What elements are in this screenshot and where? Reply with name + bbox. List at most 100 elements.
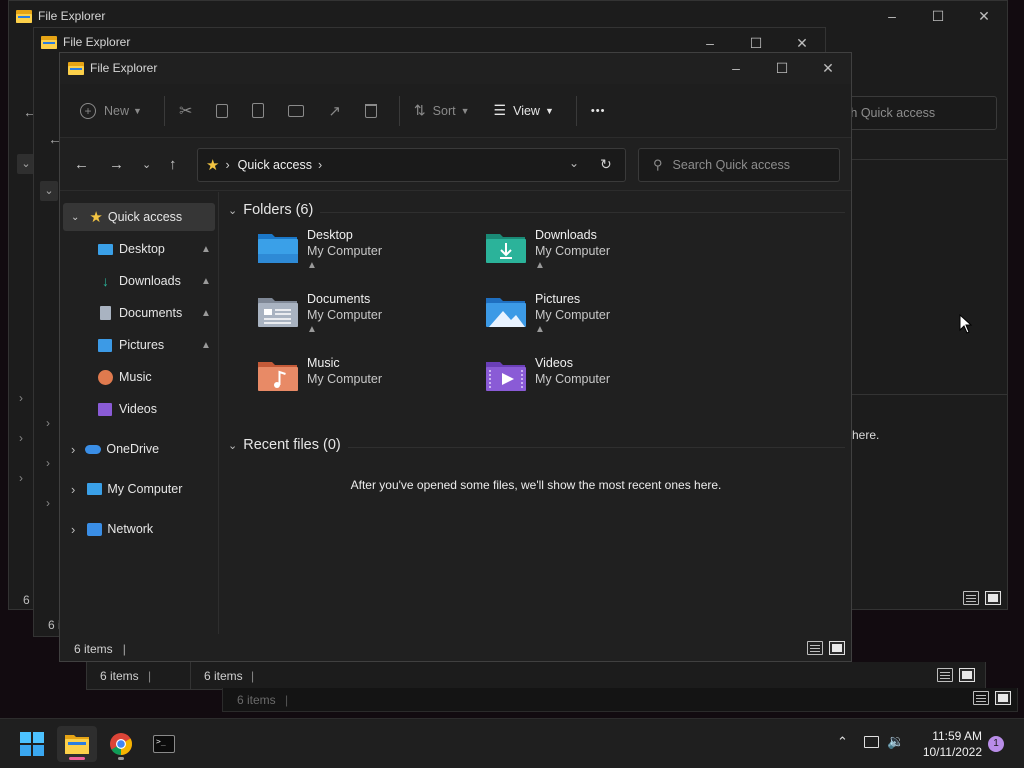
- nav-label: My Computer: [107, 482, 183, 496]
- volume-icon[interactable]: 🔉: [887, 733, 904, 750]
- up-arrow-icon[interactable]: ↑: [169, 156, 177, 173]
- network-icon: [87, 522, 103, 536]
- folder-tile-desktop[interactable]: Desktop My Computer ▲: [257, 228, 477, 288]
- folder-name: Desktop: [307, 228, 353, 242]
- network-icon[interactable]: [864, 736, 879, 748]
- clock[interactable]: 11:59 AM 10/11/2022: [912, 728, 982, 760]
- nav-item-my-computer[interactable]: › My Computer: [63, 475, 215, 503]
- forward-arrow-icon[interactable]: →: [109, 156, 124, 173]
- nav-item-quick-access[interactable]: ⌄ ★ Quick access: [63, 203, 215, 231]
- tiles-view-icon[interactable]: [995, 691, 1011, 705]
- clock-time: 11:59 AM: [932, 729, 982, 743]
- search-box-back[interactable]: rch Quick access: [835, 96, 997, 130]
- taskbar-chrome[interactable]: [101, 726, 141, 762]
- expand-chevron-icon[interactable]: ›: [46, 496, 50, 510]
- nav-label: Videos: [119, 402, 157, 416]
- nav-item-downloads[interactable]: ↓ Downloads ▲: [98, 267, 215, 295]
- nav-item-videos[interactable]: Videos: [98, 395, 215, 423]
- chrome-icon: [110, 733, 132, 755]
- search-input[interactable]: [672, 158, 823, 172]
- minimize-button[interactable]: –: [713, 53, 759, 83]
- start-button[interactable]: [12, 726, 52, 762]
- view-label: View: [513, 103, 540, 118]
- rename-button[interactable]: [280, 95, 312, 127]
- search-icon: ⚲: [653, 157, 663, 172]
- recent-files-section-header[interactable]: ⌄ Recent files (0): [228, 437, 341, 453]
- refresh-icon[interactable]: ↻: [600, 156, 612, 173]
- new-button[interactable]: + New ▼: [72, 95, 150, 127]
- close-button[interactable]: ✕: [961, 1, 1007, 31]
- delete-button[interactable]: [357, 95, 385, 127]
- taskbar-terminal[interactable]: >_: [144, 726, 184, 762]
- sort-label: Sort: [432, 103, 456, 118]
- view-button[interactable]: ☰ View ▼: [486, 95, 562, 127]
- breadcrumb-quick-access[interactable]: Quick access: [238, 158, 312, 172]
- command-bar: + New ▼ ✂ ↗ ⇅ Sort ▼ ☰ View ▼ •••: [60, 84, 851, 138]
- nav-item-onedrive[interactable]: › OneDrive: [63, 435, 215, 463]
- folder-tile-videos[interactable]: Videos My Computer: [485, 356, 705, 416]
- videos-folder-icon: [486, 362, 526, 391]
- nav-item-pictures[interactable]: Pictures ▲: [98, 331, 215, 359]
- divider: [852, 394, 1007, 395]
- expand-chevron-icon[interactable]: ›: [46, 456, 50, 470]
- expand-chevron-icon[interactable]: ›: [46, 416, 50, 430]
- status-items: 6 items: [204, 669, 243, 683]
- maximize-button[interactable]: ☐: [759, 53, 805, 83]
- more-options-button[interactable]: •••: [583, 95, 614, 127]
- nav-item-desktop[interactable]: Desktop ▲: [98, 235, 215, 263]
- details-view-icon[interactable]: [963, 591, 979, 605]
- minimize-button[interactable]: –: [869, 1, 915, 31]
- folder-tile-music[interactable]: Music My Computer: [257, 356, 477, 416]
- folder-tile-documents[interactable]: Documents My Computer ▲: [257, 292, 477, 352]
- nav-item-music[interactable]: Music: [98, 363, 215, 391]
- sort-button[interactable]: ⇅ Sort ▼: [406, 95, 478, 127]
- folder-location: My Computer: [535, 308, 611, 322]
- computer-icon: [87, 483, 103, 495]
- maximize-button[interactable]: ☐: [915, 1, 961, 31]
- copy-button[interactable]: [208, 95, 236, 127]
- cut-button[interactable]: ✂: [171, 95, 200, 127]
- details-view-icon[interactable]: [973, 691, 989, 705]
- address-bar[interactable]: ★ › Quick access › ⌄ ↻: [197, 148, 626, 182]
- nav-item-documents[interactable]: Documents ▲: [98, 299, 215, 327]
- expand-chevron-icon[interactable]: ›: [19, 431, 23, 445]
- pin-icon: ▲: [307, 260, 317, 271]
- tiles-view-icon[interactable]: [829, 641, 845, 655]
- nav-item-network[interactable]: › Network: [63, 515, 215, 543]
- share-button[interactable]: ↗: [320, 95, 349, 127]
- active-indicator: [69, 757, 85, 760]
- tiles-view-icon[interactable]: [985, 591, 1001, 605]
- paste-button[interactable]: [244, 95, 272, 127]
- details-view-icon[interactable]: [807, 641, 823, 655]
- pin-icon: ▲: [307, 324, 317, 335]
- folders-section-header[interactable]: ⌄ Folders (6): [228, 202, 313, 218]
- details-view-icon[interactable]: [937, 668, 953, 682]
- recent-locations-chevron-icon[interactable]: ⌄: [142, 158, 151, 171]
- navigation-pane: ⌄ ★ Quick access Desktop ▲ ↓ Downloads ▲…: [60, 192, 219, 634]
- nav-label: Downloads: [119, 274, 181, 288]
- caption-buttons: – ☐ ✕: [713, 53, 851, 83]
- chevron-down-icon: ⌄: [228, 204, 238, 217]
- status-items: 6 items: [237, 693, 276, 707]
- notification-badge[interactable]: 1: [988, 736, 1004, 752]
- folder-tile-pictures[interactable]: Pictures My Computer ▲: [485, 292, 705, 352]
- copy-icon: [216, 103, 229, 118]
- nav-label: Desktop: [119, 242, 165, 256]
- pictures-folder-icon: [486, 298, 526, 327]
- content-area: ⌄ Folders (6) Desktop My Computer ▲ Down…: [220, 192, 851, 634]
- taskbar-file-explorer[interactable]: [57, 726, 97, 762]
- folder-tile-downloads[interactable]: Downloads My Computer ▲: [485, 228, 705, 288]
- back-arrow-icon[interactable]: ←: [74, 156, 89, 173]
- window-title: File Explorer: [63, 35, 131, 49]
- expand-chevron-icon[interactable]: ›: [19, 471, 23, 485]
- show-hidden-icons-chevron-icon[interactable]: ⌃: [837, 734, 848, 750]
- nav-label: Documents: [119, 306, 183, 320]
- chevron-down-icon: ▼: [133, 105, 142, 116]
- close-button[interactable]: ✕: [805, 53, 851, 83]
- collapse-chevron-icon[interactable]: ⌄: [40, 181, 58, 201]
- search-box[interactable]: ⚲: [638, 148, 840, 182]
- address-dropdown-icon[interactable]: ⌄: [569, 156, 579, 170]
- expand-chevron-icon[interactable]: ›: [19, 391, 23, 405]
- breadcrumb-separator[interactable]: ›: [318, 158, 322, 172]
- tiles-view-icon[interactable]: [959, 668, 975, 682]
